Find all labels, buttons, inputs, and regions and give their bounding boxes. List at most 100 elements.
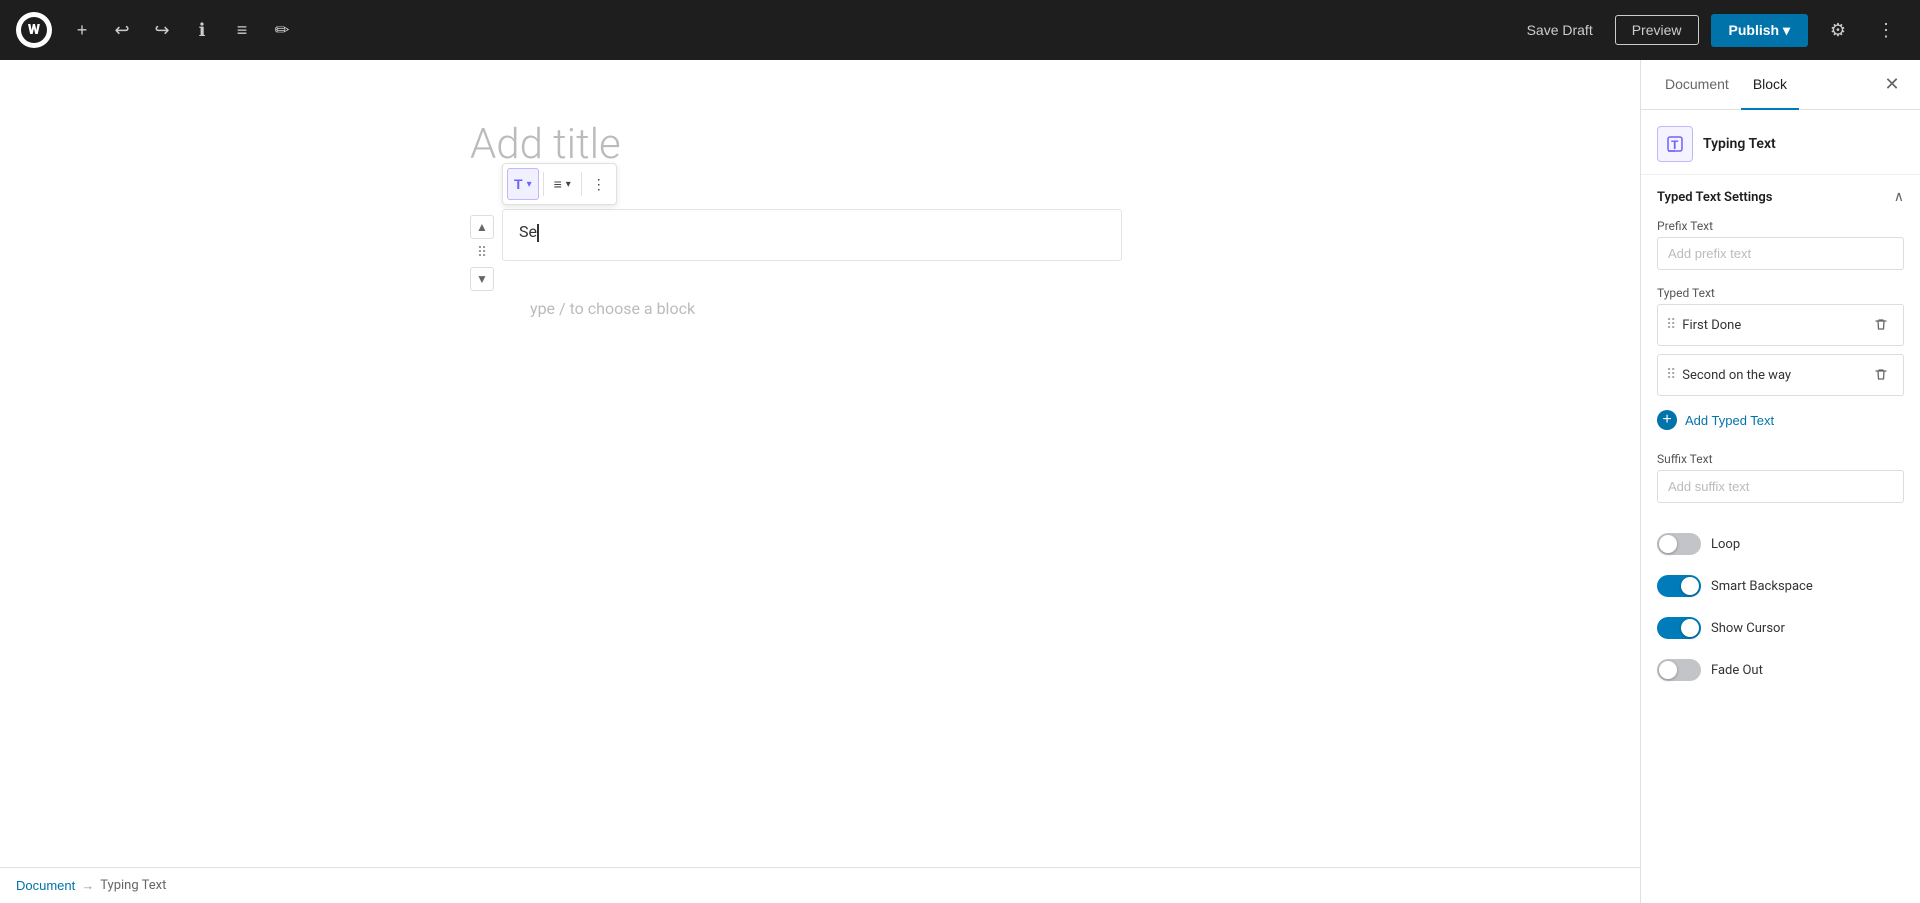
toggle-smart-backspace[interactable]: [1657, 575, 1701, 597]
add-typed-text-button[interactable]: + Add Typed Text: [1641, 404, 1920, 436]
breadcrumb-bar: Document → Typing Text: [0, 867, 1640, 903]
text-block[interactable]: Se: [502, 209, 1122, 261]
breadcrumb-current: Typing Text: [100, 878, 166, 893]
save-draft-button[interactable]: Save Draft: [1517, 16, 1603, 44]
section-toggle-icon: ∧: [1894, 189, 1904, 205]
more-options-button[interactable]: ⋮: [1868, 12, 1904, 48]
tab-document[interactable]: Document: [1653, 60, 1741, 110]
block-type-icon: T: [514, 176, 523, 192]
typed-text-value-1: Second on the way: [1682, 368, 1861, 383]
undo-icon: ↩: [114, 20, 129, 41]
add-typed-text-label: Add Typed Text: [1685, 413, 1774, 428]
info-button[interactable]: ℹ: [184, 12, 220, 48]
code-editor-button[interactable]: ✏: [264, 12, 300, 48]
more-block-options-button[interactable]: ⋮: [586, 168, 612, 200]
toggle-track-fade-out: [1657, 659, 1701, 681]
block-type-arrow: ▾: [527, 179, 532, 190]
text-cursor: [537, 224, 539, 242]
toggle-track-smart-backspace: [1657, 575, 1701, 597]
add-block-button[interactable]: +: [64, 12, 100, 48]
typed-text-label: Typed Text: [1641, 282, 1920, 304]
toggle-track-show-cursor: [1657, 617, 1701, 639]
toolbar-right: Save Draft Preview Publish ▾ ⚙ ⋮: [1517, 12, 1904, 48]
toggle-label-show-cursor: Show Cursor: [1711, 621, 1785, 636]
add-typed-text-icon: +: [1657, 410, 1677, 430]
drag-handle-icon-0[interactable]: ⠿: [1666, 317, 1676, 333]
wp-logo[interactable]: W: [16, 12, 52, 48]
toggle-label-loop: Loop: [1711, 537, 1740, 552]
block-name-header: T Typing Text: [1641, 110, 1920, 175]
move-down-button[interactable]: ▼: [470, 267, 494, 291]
typed-text-item-1: ⠿ Second on the way: [1657, 354, 1904, 396]
add-icon: +: [77, 20, 88, 41]
block-container: ▲ ⠿ ▼ T ▾ ≡ ▾: [470, 209, 1170, 291]
publish-button[interactable]: Publish ▾: [1711, 14, 1808, 47]
list-icon: ≡: [237, 20, 248, 41]
right-panel: Document Block ✕ T Typing Text Typed Tex…: [1640, 60, 1920, 903]
toolbar-icons: + ↩ ↪ ℹ ≡ ✏: [64, 12, 300, 48]
toggle-knob-loop: [1659, 535, 1677, 553]
undo-button[interactable]: ↩: [104, 12, 140, 48]
toggle-knob-smart-backspace: [1681, 577, 1699, 595]
typed-text-settings-header[interactable]: Typed Text Settings ∧: [1641, 175, 1920, 215]
breadcrumb-document-link[interactable]: Document: [16, 878, 75, 893]
editor-area[interactable]: Add title ▲ ⠿ ▼ T ▾: [0, 60, 1640, 903]
prefix-text-input[interactable]: [1657, 237, 1904, 270]
toggle-row-smart-backspace: Smart Backspace: [1641, 565, 1920, 607]
toggle-label-fade-out: Fade Out: [1711, 663, 1763, 678]
toggle-row-fade-out: Fade Out: [1641, 649, 1920, 691]
trash-icon-0: [1873, 317, 1889, 333]
toggle-label-smart-backspace: Smart Backspace: [1711, 579, 1813, 594]
list-view-button[interactable]: ≡: [224, 12, 260, 48]
block-type-icon: T: [1657, 126, 1693, 162]
wp-logo-inner: W: [21, 17, 47, 43]
prefix-text-label: Prefix Text: [1641, 215, 1920, 237]
block-name-label: Typing Text: [1703, 136, 1776, 152]
drag-handle[interactable]: ⠿: [470, 241, 494, 265]
trash-icon-1: [1873, 367, 1889, 383]
toolbar-separator-1: [543, 172, 544, 196]
ghost-block-text: ype / to choose a block: [530, 299, 695, 318]
settings-button[interactable]: ⚙: [1820, 12, 1856, 48]
svg-text:T: T: [1671, 138, 1679, 152]
preview-button[interactable]: Preview: [1615, 15, 1699, 45]
block-wrapper: T ▾ ≡ ▾ ⋮: [502, 209, 1170, 261]
suffix-section: Suffix Text: [1641, 448, 1920, 523]
toolbar-separator-2: [581, 172, 582, 196]
suffix-text-input[interactable]: [1657, 470, 1904, 503]
breadcrumb-separator: →: [81, 878, 94, 894]
title-placeholder[interactable]: Add title: [470, 120, 1170, 169]
main-layout: Add title ▲ ⠿ ▼ T ▾: [0, 60, 1920, 903]
delete-typed-text-0-button[interactable]: [1867, 311, 1895, 339]
settings-icon: ⚙: [1830, 20, 1846, 41]
toggle-loop[interactable]: [1657, 533, 1701, 555]
top-toolbar: W + ↩ ↪ ℹ ≡ ✏ Save Draft Preview Publish…: [0, 0, 1920, 60]
delete-typed-text-1-button[interactable]: [1867, 361, 1895, 389]
redo-button[interactable]: ↪: [144, 12, 180, 48]
block-side-controls: ▲ ⠿ ▼: [470, 209, 494, 291]
typed-text-item-0: ⠿ First Done: [1657, 304, 1904, 346]
move-up-button[interactable]: ▲: [470, 215, 494, 239]
editor-content: Add title ▲ ⠿ ▼ T ▾: [430, 120, 1210, 318]
alignment-button[interactable]: ≡ ▾: [548, 168, 577, 200]
block-toolbar: T ▾ ≡ ▾ ⋮: [502, 163, 617, 205]
align-icon: ≡: [554, 176, 562, 192]
toggle-show-cursor[interactable]: [1657, 617, 1701, 639]
drag-handle-icon-1[interactable]: ⠿: [1666, 367, 1676, 383]
block-type-button[interactable]: T ▾: [507, 168, 539, 200]
typed-text-list: ⠿ First Done ⠿ Second on the way: [1641, 304, 1920, 396]
info-icon: ℹ: [199, 20, 206, 41]
redo-icon: ↪: [154, 20, 169, 41]
ghost-block-area: ype / to choose a block: [530, 299, 1170, 318]
align-arrow: ▾: [566, 179, 571, 190]
panel-close-button[interactable]: ✕: [1876, 69, 1908, 101]
typed-text-value-0: First Done: [1682, 318, 1861, 333]
section-title-typed-text: Typed Text Settings: [1657, 190, 1772, 205]
more-block-icon: ⋮: [592, 176, 606, 193]
toggle-fade-out[interactable]: [1657, 659, 1701, 681]
panel-content: T Typing Text Typed Text Settings ∧ Pref…: [1641, 110, 1920, 903]
block-text: Se: [519, 222, 537, 241]
tab-block[interactable]: Block: [1741, 60, 1799, 110]
toggle-knob-show-cursor: [1681, 619, 1699, 637]
more-icon: ⋮: [1877, 20, 1895, 41]
